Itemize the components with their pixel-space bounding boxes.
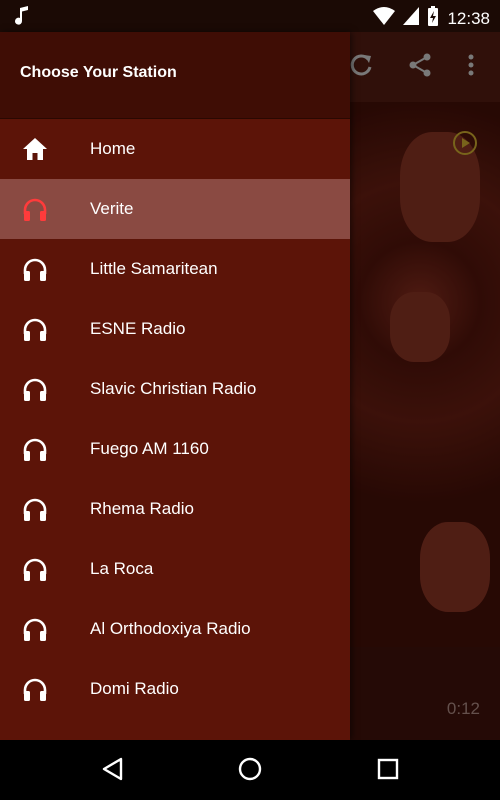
navigation-drawer: Choose Your Station Home Verite Little S… xyxy=(0,32,350,740)
headphones-icon xyxy=(22,317,48,341)
back-icon[interactable] xyxy=(100,756,126,787)
drawer-item-label: La Roca xyxy=(90,559,154,578)
drawer-item-verite[interactable]: Verite xyxy=(0,179,350,239)
wifi-icon xyxy=(373,7,396,30)
home-icon xyxy=(22,137,48,161)
system-nav-bar xyxy=(0,740,500,800)
music-note-icon xyxy=(14,6,30,31)
drawer-item-home[interactable]: Home xyxy=(0,119,350,179)
headphones-icon xyxy=(22,437,48,461)
drawer-item-label: Home xyxy=(90,139,136,158)
drawer-item-label: Slavic Christian Radio xyxy=(90,379,257,398)
drawer-item-fuego-am-1160[interactable]: Fuego AM 1160 xyxy=(0,419,350,479)
drawer-item-label: Al Orthodoxiya Radio xyxy=(90,619,251,638)
status-time: 12:38 xyxy=(447,8,490,28)
station-list: Home Verite Little Samaritean ESNE Radio… xyxy=(0,119,350,719)
drawer-item-label: Fuego AM 1160 xyxy=(90,439,209,458)
drawer-item-label: Little Samaritean xyxy=(90,259,218,278)
drawer-item-label: Verite xyxy=(90,199,134,218)
recents-icon[interactable] xyxy=(375,756,401,787)
headphones-icon xyxy=(22,377,48,401)
headphones-icon xyxy=(22,257,48,281)
headphones-icon xyxy=(22,677,48,701)
headphones-icon xyxy=(22,197,48,221)
drawer-item-al-orthodoxiya-radio[interactable]: Al Orthodoxiya Radio xyxy=(0,599,350,659)
headphones-icon xyxy=(22,497,48,521)
headphones-icon xyxy=(22,557,48,581)
battery-charging-icon xyxy=(427,6,439,31)
drawer-item-esne-radio[interactable]: ESNE Radio xyxy=(0,299,350,359)
drawer-item-little-samaritean[interactable]: Little Samaritean xyxy=(0,239,350,299)
drawer-item-la-roca[interactable]: La Roca xyxy=(0,539,350,599)
drawer-item-rhema-radio[interactable]: Rhema Radio xyxy=(0,479,350,539)
home-circle-icon[interactable] xyxy=(237,756,263,787)
drawer-item-domi-radio[interactable]: Domi Radio xyxy=(0,659,350,719)
drawer-item-label: ESNE Radio xyxy=(90,319,186,338)
drawer-item-slavic-christian-radio[interactable]: Slavic Christian Radio xyxy=(0,359,350,419)
drawer-title: Choose Your Station xyxy=(20,64,177,81)
drawer-item-label: Rhema Radio xyxy=(90,499,194,518)
signal-icon xyxy=(403,7,420,30)
drawer-item-label: Domi Radio xyxy=(90,679,179,698)
headphones-icon xyxy=(22,617,48,641)
drawer-header: Choose Your Station xyxy=(0,32,350,119)
status-bar: 12:38 xyxy=(0,0,500,32)
